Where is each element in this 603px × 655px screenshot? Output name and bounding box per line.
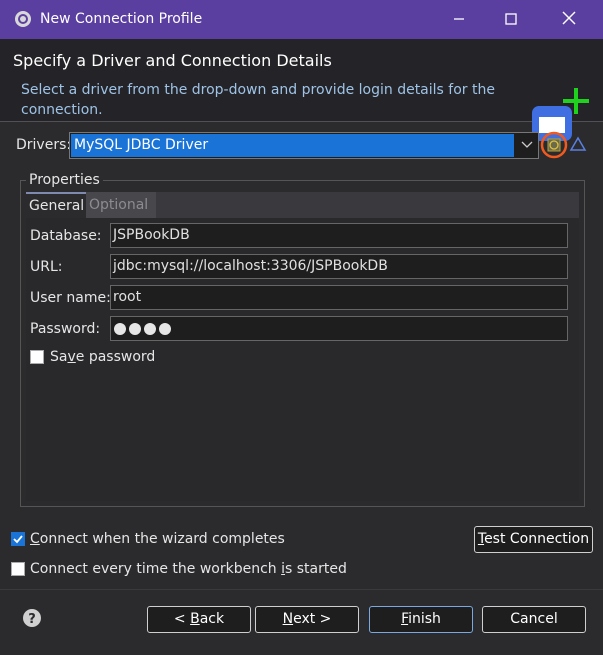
connect-every-time-checkbox[interactable] (11, 562, 25, 576)
close-icon (562, 11, 576, 25)
cancel-button[interactable]: Cancel (482, 606, 586, 633)
next-button[interactable]: Next > (255, 606, 359, 633)
save-password-accel: v (67, 349, 76, 365)
save-password-checkbox[interactable] (30, 350, 44, 364)
connect-on-finish-label-part: onnect when the wizard completes (39, 531, 285, 547)
connect-every-time-label-part: Connect every time the workbench (30, 561, 282, 577)
drivers-dropdown[interactable]: MySQL JDBC Driver (69, 132, 539, 159)
maximize-button[interactable] (499, 8, 523, 32)
window-title: New Connection Profile (40, 11, 203, 27)
password-field[interactable] (110, 316, 568, 341)
checkmark-icon (13, 535, 23, 544)
back-button[interactable]: < Back (147, 606, 251, 633)
url-field[interactable]: jdbc:mysql://localhost:3306/JSPBookDB (110, 254, 568, 279)
url-label: URL: (30, 259, 63, 275)
drivers-label: Drivers: (16, 137, 72, 153)
next-accel: N (282, 611, 294, 627)
page-description: Select a driver from the drop-down and p… (21, 82, 495, 118)
maximize-icon (505, 13, 517, 25)
database-label: Database: (30, 228, 102, 244)
save-password-label-part: Sa (50, 349, 68, 365)
help-icon[interactable]: ? (22, 608, 42, 628)
triangle-edit-icon[interactable] (569, 135, 587, 153)
new-driver-icon[interactable] (540, 131, 568, 159)
password-label: Password: (30, 321, 101, 337)
password-mask (114, 323, 171, 335)
close-button[interactable] (557, 8, 581, 32)
back-accel: B (190, 611, 200, 627)
chevron-down-icon[interactable] (518, 135, 536, 155)
username-field[interactable]: root (110, 285, 568, 310)
connect-on-finish-label[interactable]: Connect when the wizard completes (30, 531, 285, 547)
finish-label-part: inish (408, 611, 441, 627)
tab-strip: General Optional (26, 192, 579, 218)
drivers-selected-value: MySQL JDBC Driver (71, 134, 514, 157)
wizard-header: Specify a Driver and Connection Details … (0, 39, 603, 141)
connect-on-finish-checkbox[interactable] (11, 532, 25, 546)
database-field[interactable]: JSPBookDB (110, 223, 568, 248)
test-connection-button[interactable]: Test Connection (474, 526, 593, 553)
finish-button[interactable]: Finish (369, 606, 473, 633)
back-label-part: ack (199, 611, 225, 627)
save-password-label-part: e password (75, 349, 156, 365)
back-label-part: < (173, 611, 191, 627)
properties-legend: Properties (26, 172, 103, 188)
page-title: Specify a Driver and Connection Details (13, 51, 332, 70)
gear-icon (15, 11, 31, 27)
minimize-icon (454, 18, 464, 20)
save-password-label[interactable]: Save password (50, 349, 155, 365)
title-bar: New Connection Profile (0, 0, 603, 39)
username-label: User name: (30, 290, 111, 306)
minimize-button[interactable] (447, 8, 471, 32)
tab-general[interactable]: General (26, 192, 86, 218)
next-label-part: ext > (293, 611, 332, 627)
connect-on-finish-accel: C (30, 531, 40, 547)
svg-text:?: ? (28, 612, 36, 627)
tab-optional[interactable]: Optional (86, 192, 156, 218)
footer-separator (0, 589, 603, 590)
connect-every-time-label-part: s started (285, 561, 347, 577)
connect-every-time-label[interactable]: Connect every time the workbench is star… (30, 561, 347, 577)
test-connection-label-part: est Connection (484, 531, 590, 547)
